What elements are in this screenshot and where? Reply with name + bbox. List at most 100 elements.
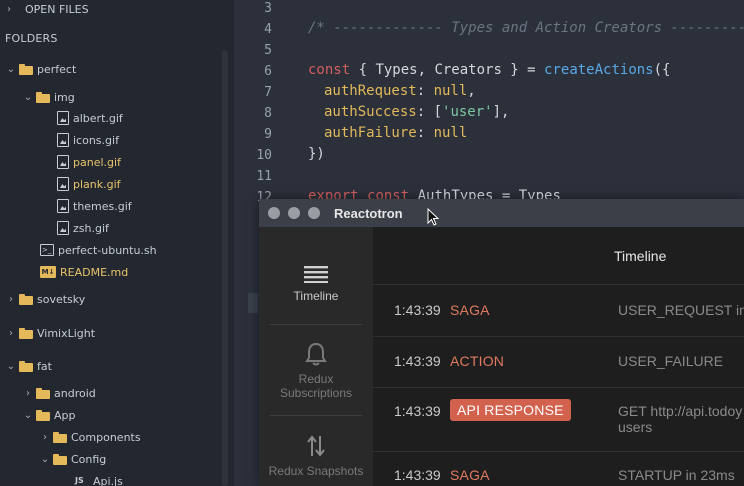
event-time: 1:43:39 [394,353,441,369]
tree-folder-vimixlight[interactable]: › VimixLight [5,322,95,344]
chevron-right-icon: › [43,431,47,443]
chevron-down-icon: ⌄ [40,453,50,465]
timeline-event[interactable]: 1:43:39 SAGA STARTUP in 23ms [373,452,744,486]
tree-label: fat [37,359,52,373]
tree-file-themes-gif[interactable]: themes.gif [55,195,132,217]
tree-folder-perfect[interactable]: ⌄ perfect [5,58,76,80]
nav-timeline[interactable]: Timeline [259,265,373,303]
code-property: authSuccess [324,104,417,120]
chevron-right-icon: › [9,293,13,305]
image-file-icon [57,155,69,169]
code-text: : [416,83,434,99]
tree-label: Api.js [93,474,123,486]
open-files-header[interactable]: › OPEN FILES [3,0,89,20]
nav-divider [269,324,363,325]
terminal-icon: >_ [40,244,54,256]
timeline-panel: Timeline 1:43:39 SAGA USER_REQUEST in 2 … [373,227,744,486]
minimize-window-button[interactable] [288,207,300,219]
line-number: 9 [264,127,272,142]
open-files-label: OPEN FILES [25,2,89,16]
chevron-down-icon: ⌄ [6,360,16,372]
folder-open-icon [19,360,33,372]
tree-file-albert-gif[interactable]: albert.gif [55,107,123,129]
tree-folder-android[interactable]: › android [22,382,96,404]
event-type: SAGA [450,302,490,318]
folder-open-icon [19,63,33,75]
tree-file-zsh-gif[interactable]: zsh.gif [55,217,109,239]
code-line: authFailure: null [324,125,467,141]
nav-redux-subscriptions[interactable]: Redux Subscriptions [259,342,373,400]
tree-label: Config [71,452,107,466]
code-text: : [ [416,104,443,120]
code-line: authRequest: null, [324,83,476,99]
event-type: ACTION [450,353,505,369]
nav-label: Redux Subscriptions [279,372,353,400]
line-number: 11 [256,169,272,184]
panel-title: Timeline [614,248,667,264]
maximize-window-button[interactable] [308,207,320,219]
folder-icon [36,387,50,399]
event-time: 1:43:39 [394,302,441,318]
code-text: , [467,83,476,99]
timeline-event[interactable]: 1:43:39 SAGA USER_REQUEST in 2 [373,286,744,337]
folder-open-icon [36,409,50,421]
code-property: authRequest [324,83,417,99]
markdown-icon: M↓ [40,266,56,278]
tree-label: Components [71,430,141,444]
list-icon [304,266,328,283]
tree-label: App [54,408,76,422]
chevron-right-icon: › [9,327,13,339]
code-text: ], [492,104,510,120]
event-message: GET http://api.todoy [618,403,743,419]
window-title: Reactotron [334,205,403,221]
tree-file-icons-gif[interactable]: icons.gif [55,129,119,151]
event-type: SAGA [450,467,490,483]
tree-folder-components[interactable]: › Components [39,426,141,448]
nav-redux-snapshots[interactable]: Redux Snapshots [259,434,373,478]
event-time: 1:43:39 [394,403,441,419]
nav-label: Redux Snapshots [268,464,364,478]
tree-folder-app[interactable]: ⌄ App [22,404,76,426]
tree-file-panel-gif[interactable]: panel.gif [55,151,121,173]
bell-icon [305,342,327,366]
chevron-right-icon: › [7,3,11,15]
timeline-event[interactable]: 1:43:39 API RESPONSE GET http://api.todo… [373,388,744,452]
tree-label: perfect [37,62,77,76]
tree-folder-fat[interactable]: ⌄ fat [5,355,52,377]
chevron-down-icon: ⌄ [23,91,33,103]
code-line: authSuccess: ['user'], [324,104,509,120]
mouse-pointer-icon [427,208,439,226]
tree-file-perfect-ubuntu-sh[interactable]: >_ perfect-ubuntu.sh [38,239,157,261]
event-time: 1:43:39 [394,467,441,483]
tree-label: zsh.gif [73,221,109,235]
code-string: 'user' [442,104,493,120]
file-sidebar: › OPEN FILES FOLDERS ⌄ perfect ⌄ img alb… [0,0,234,486]
line-number: 7 [264,85,272,100]
timeline-event[interactable]: 1:43:39 ACTION USER_FAILURE [373,337,744,388]
tree-label: panel.gif [73,155,121,169]
line-number: 6 [264,64,272,79]
code-line: }) [308,146,325,162]
tree-folder-img[interactable]: ⌄ img [22,86,75,108]
folder-open-icon [36,91,50,103]
tree-label: VimixLight [37,326,96,340]
code-text: { Types, Creators } = [350,62,545,78]
tree-file-plank-gif[interactable]: plank.gif [55,173,121,195]
code-property: authFailure [324,125,417,141]
tree-file-api-js[interactable]: JS Api.js [75,470,123,486]
tree-folder-config[interactable]: ⌄ Config [39,448,107,470]
reactotron-window: Reactotron Timeline Redux Subscriptions [259,199,744,486]
code-keyword: const [308,62,351,78]
window-titlebar[interactable]: Reactotron [259,199,744,227]
tree-file-readme-md[interactable]: M↓ README.md [40,261,128,283]
close-window-button[interactable] [268,207,280,219]
chevron-down-icon: ⌄ [23,409,33,421]
swap-vertical-icon [307,435,325,457]
image-file-icon [57,133,69,147]
code-value: null [433,125,468,141]
tree-label: android [54,386,96,400]
tree-folder-sovetsky[interactable]: › sovetsky [5,288,85,310]
sidebar-scrollbar[interactable] [222,50,228,486]
folders-header: FOLDERS [5,32,58,45]
event-message: USER_REQUEST in 2 [618,302,744,318]
